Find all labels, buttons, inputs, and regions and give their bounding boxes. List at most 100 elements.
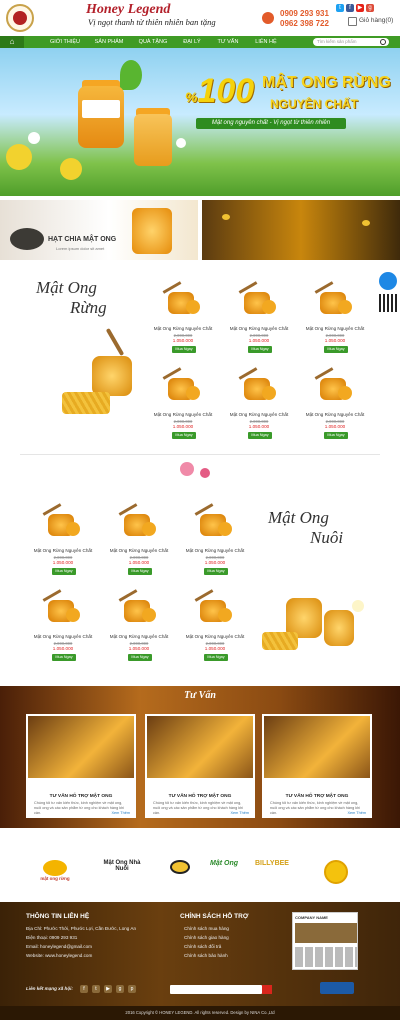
partner-logo-mat-ong-rung[interactable]: mật ong rừng bbox=[38, 860, 72, 884]
footer-policy-link[interactable]: Chính sách mua hàng bbox=[184, 926, 229, 931]
product-name[interactable]: Mật Ong Rừng Nguyên Chất bbox=[180, 634, 250, 639]
footer-policy-link[interactable]: Chính sách đổi trả bbox=[184, 944, 221, 949]
pinterest-icon[interactable]: p bbox=[128, 985, 136, 993]
product-image[interactable] bbox=[314, 281, 356, 318]
nav-item-lien-he[interactable]: LIÊN HỆ bbox=[252, 36, 280, 48]
facebook-icon[interactable]: f bbox=[346, 4, 354, 12]
buy-now-button[interactable]: Mua Ngay bbox=[52, 568, 76, 575]
product-name[interactable]: Mật Ong Rừng Nguyên Chất bbox=[224, 412, 294, 417]
product-image[interactable] bbox=[194, 503, 236, 540]
product-name[interactable]: Mật Ong Rừng Nguyên Chất bbox=[104, 548, 174, 553]
buy-now-button[interactable]: Mua Ngay bbox=[172, 432, 196, 439]
buy-now-button[interactable]: Mua Ngay bbox=[324, 432, 348, 439]
nav-item-san-pham[interactable]: SẢN PHẨM bbox=[92, 36, 126, 48]
product-name[interactable]: Mật Ong Rừng Nguyên Chất bbox=[180, 548, 250, 553]
newsletter-input[interactable] bbox=[170, 985, 262, 994]
footer-policy-link[interactable]: Chính sách giao hàng bbox=[184, 935, 229, 940]
buy-now-button[interactable]: Mua Ngay bbox=[128, 568, 152, 575]
buy-now-button[interactable]: Mua Ngay bbox=[128, 654, 152, 661]
product-card[interactable]: Mật Ong Rừng Nguyên Chất 2,000,000 1.050.0… bbox=[104, 503, 174, 576]
twitter-icon[interactable]: t bbox=[336, 4, 344, 12]
partner-logo-mat-ong-nha-nuoi[interactable]: Mật Ong Nhà Nuôi bbox=[100, 860, 144, 884]
consulting-image[interactable] bbox=[147, 716, 253, 778]
product-card[interactable]: Mật Ong Rừng Nguyên Chất 2,000,000 1.050.0… bbox=[148, 281, 218, 354]
consulting-card[interactable]: TƯ VẤN HỖ TRỢ MẬT ONG Chúng tôi tư vấn ki… bbox=[26, 714, 136, 818]
product-name[interactable]: Mật Ong Rừng Nguyên Chất bbox=[148, 326, 218, 331]
consulting-image[interactable] bbox=[28, 716, 134, 778]
buy-now-button[interactable]: Mua Ngay bbox=[248, 346, 272, 353]
consulting-image[interactable] bbox=[264, 716, 370, 778]
nav-item-qua-tang[interactable]: QUÀ TẶNG bbox=[138, 36, 168, 48]
product-image[interactable] bbox=[238, 281, 280, 318]
google-plus-icon[interactable]: g bbox=[366, 4, 374, 12]
read-more-link[interactable]: Xem Thêm bbox=[348, 811, 367, 815]
search-input[interactable]: Tìm kiếm sản phẩm bbox=[313, 38, 389, 46]
product-image[interactable] bbox=[42, 589, 84, 626]
home-icon[interactable]: ⌂ bbox=[0, 36, 24, 48]
nav-item-dai-ly[interactable]: ĐẠI LÝ bbox=[180, 36, 204, 48]
messenger-icon[interactable] bbox=[379, 272, 397, 290]
product-card[interactable]: Mật Ong Rừng Nguyên Chất 2,000,000 1.050.0… bbox=[300, 281, 370, 354]
consulting-card-title[interactable]: TƯ VẤN HỖ TRỢ MẬT ONG bbox=[26, 794, 136, 799]
search-icon[interactable] bbox=[380, 39, 386, 45]
product-name[interactable]: Mật Ong Rừng Nguyên Chất bbox=[300, 326, 370, 331]
product-image[interactable] bbox=[162, 367, 204, 404]
product-card[interactable]: Mật Ong Rừng Nguyên Chất 2,000,000 1.050.0… bbox=[28, 503, 98, 576]
product-image[interactable] bbox=[118, 503, 160, 540]
consulting-card-title[interactable]: TƯ VẤN HỖ TRỢ MẬT ONG bbox=[262, 794, 372, 799]
nav-item-tu-van[interactable]: TƯ VẤN bbox=[216, 36, 240, 48]
product-name[interactable]: Mật Ong Rừng Nguyên Chất bbox=[28, 634, 98, 639]
partner-logo-mat-ong[interactable]: Mật Ong bbox=[206, 860, 242, 884]
product-card[interactable]: Mật Ong Rừng Nguyên Chất 2,000,000 1.050.0… bbox=[224, 367, 294, 440]
youtube-icon[interactable]: ▶ bbox=[104, 985, 112, 993]
product-image[interactable] bbox=[118, 589, 160, 626]
hotline-1[interactable]: 0909 293 931 bbox=[280, 9, 329, 18]
send-button[interactable] bbox=[262, 985, 272, 994]
buy-now-button[interactable]: Mua Ngay bbox=[52, 654, 76, 661]
logo-badge[interactable] bbox=[6, 4, 34, 32]
product-card[interactable]: Mật Ong Rừng Nguyên Chất 2,000,000 1.050.0… bbox=[104, 589, 174, 662]
product-image[interactable] bbox=[42, 503, 84, 540]
product-name[interactable]: Mật Ong Rừng Nguyên Chất bbox=[28, 548, 98, 553]
promo-banner-chia[interactable]: HẠT CHIA MẬT ONG Lorem ipsum dolor sit a… bbox=[0, 200, 198, 260]
consulting-card-title[interactable]: TƯ VẤN HỖ TRỢ MẬT ONG bbox=[145, 794, 255, 799]
product-image[interactable] bbox=[194, 589, 236, 626]
cart-icon[interactable] bbox=[348, 17, 357, 26]
footer-website[interactable]: Website: www.honeylegend.com bbox=[26, 953, 92, 958]
hotline-2[interactable]: 0962 398 722 bbox=[280, 19, 329, 28]
product-image[interactable] bbox=[238, 367, 280, 404]
qr-code[interactable] bbox=[379, 294, 397, 312]
product-name[interactable]: Mật Ong Rừng Nguyên Chất bbox=[104, 634, 174, 639]
buy-now-button[interactable]: Mua Ngay bbox=[204, 568, 228, 575]
product-card[interactable]: Mật Ong Rừng Nguyên Chất 2,000,000 1.050.0… bbox=[180, 503, 250, 576]
consulting-card[interactable]: TƯ VẤN HỖ TRỢ MẬT ONG Chúng tôi tư vấn ki… bbox=[262, 714, 372, 818]
partner-logo-billybee[interactable]: BILLYBEE bbox=[250, 860, 294, 884]
partner-logo-honey-badge[interactable] bbox=[324, 860, 352, 884]
read-more-link[interactable]: Xem Thêm bbox=[231, 811, 250, 815]
product-card[interactable]: Mật Ong Rừng Nguyên Chất 2,000,000 1.050.0… bbox=[300, 367, 370, 440]
footer-email[interactable]: Email: honeylegend@gmail.com bbox=[26, 944, 92, 949]
facebook-fanbox[interactable]: COMPANY NAME bbox=[292, 912, 358, 970]
brand-name[interactable]: Honey Legend bbox=[86, 2, 170, 18]
product-card[interactable]: Mật Ong Rừng Nguyên Chất 2,000,000 1.050.0… bbox=[180, 589, 250, 662]
product-name[interactable]: Mật Ong Rừng Nguyên Chất bbox=[224, 326, 294, 331]
footer-phone[interactable]: Điện thoại: 0909 293 931 bbox=[26, 935, 77, 940]
buy-now-button[interactable]: Mua Ngay bbox=[204, 654, 228, 661]
consulting-card[interactable]: TƯ VẤN HỖ TRỢ MẬT ONG Chúng tôi tư vấn ki… bbox=[145, 714, 255, 818]
product-card[interactable]: Mật Ong Rừng Nguyên Chất 2,000,000 1.050.0… bbox=[28, 589, 98, 662]
product-card[interactable]: Mật Ong Rừng Nguyên Chất 2,000,000 1.050.0… bbox=[148, 367, 218, 440]
product-image[interactable] bbox=[314, 367, 356, 404]
verified-badge[interactable] bbox=[320, 982, 354, 994]
buy-now-button[interactable]: Mua Ngay bbox=[324, 346, 348, 353]
product-name[interactable]: Mật Ong Rừng Nguyên Chất bbox=[148, 412, 218, 417]
product-card[interactable]: Mật Ong Rừng Nguyên Chất 2,000,000 1.050.0… bbox=[224, 281, 294, 354]
buy-now-button[interactable]: Mua Ngay bbox=[248, 432, 272, 439]
facebook-icon[interactable]: f bbox=[80, 985, 88, 993]
footer-policy-link[interactable]: Chính sách bảo hành bbox=[184, 953, 228, 958]
google-plus-icon[interactable]: g bbox=[116, 985, 124, 993]
partner-logo-bee[interactable] bbox=[170, 860, 194, 884]
read-more-link[interactable]: Xem Thêm bbox=[112, 811, 131, 815]
product-image[interactable] bbox=[162, 281, 204, 318]
product-name[interactable]: Mật Ong Rừng Nguyên Chất bbox=[300, 412, 370, 417]
twitter-icon[interactable]: t bbox=[92, 985, 100, 993]
